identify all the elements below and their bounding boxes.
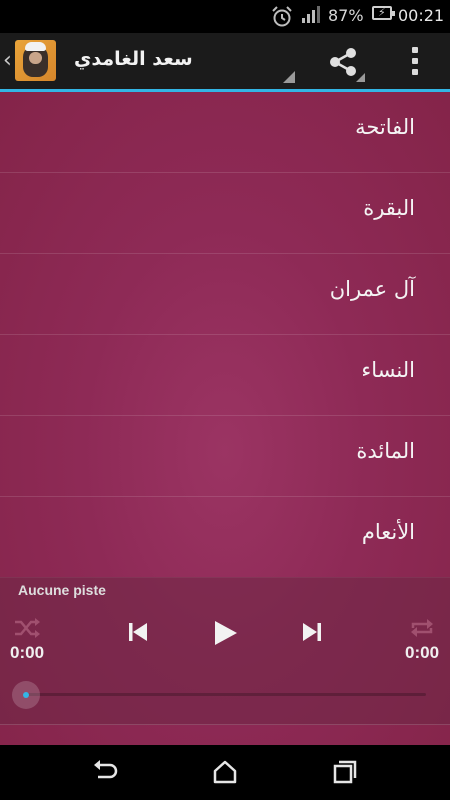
list-item[interactable]: البقرة [0, 173, 450, 254]
list-item[interactable]: النساء [0, 335, 450, 416]
previous-icon[interactable] [126, 620, 150, 644]
elapsed-time: 0:00 [10, 643, 45, 662]
surah-list-container: الفاتحة البقرة آل عمران النساء المائدة ا… [0, 92, 450, 745]
player-divider [0, 724, 450, 725]
repeat-icon[interactable] [408, 617, 436, 639]
seek-thumb[interactable] [12, 681, 40, 709]
battery-charging-icon: ⚡ [372, 6, 395, 20]
surah-name: النساء [361, 358, 415, 382]
list-item[interactable]: آل عمران [0, 254, 450, 335]
status-time: 00:21 [398, 6, 445, 25]
recents-icon[interactable] [330, 757, 360, 787]
audio-player: Aucune piste 0:00 0:00 [0, 577, 450, 725]
surah-name: آل عمران [329, 277, 415, 301]
list-item[interactable]: الأنعام [0, 497, 450, 578]
list-item[interactable]: الفاتحة [0, 92, 450, 173]
shuffle-icon[interactable] [13, 617, 41, 639]
surah-name: الفاتحة [355, 115, 415, 139]
total-duration: 0:00 [405, 643, 440, 662]
seek-track [26, 693, 426, 696]
surah-list: الفاتحة البقرة آل عمران النساء المائدة ا… [0, 92, 450, 578]
app-title: سعد الغامدي [74, 48, 193, 70]
back-icon[interactable] [90, 757, 120, 787]
up-chevron-icon[interactable]: ‹ [3, 49, 12, 73]
home-icon[interactable] [210, 757, 240, 787]
play-icon[interactable] [211, 619, 239, 647]
seek-bar[interactable] [12, 681, 426, 711]
action-bar: ‹ سعد الغامدي [0, 33, 450, 90]
list-item[interactable]: المائدة [0, 416, 450, 497]
track-name: Aucune piste [18, 582, 106, 598]
signal-icon [302, 6, 320, 23]
app-avatar[interactable] [15, 40, 56, 81]
share-dropdown-indicator [356, 73, 365, 82]
navigation-bar [0, 745, 450, 800]
next-icon[interactable] [300, 620, 324, 644]
battery-percent: 87% [328, 6, 364, 25]
title-spinner-indicator [283, 71, 295, 83]
overflow-menu-icon[interactable] [404, 43, 426, 79]
surah-name: البقرة [363, 196, 415, 220]
surah-name: المائدة [356, 439, 415, 463]
surah-name: الأنعام [361, 520, 415, 544]
status-bar: 87% ⚡ 00:21 [0, 0, 450, 33]
alarm-icon [272, 6, 292, 27]
